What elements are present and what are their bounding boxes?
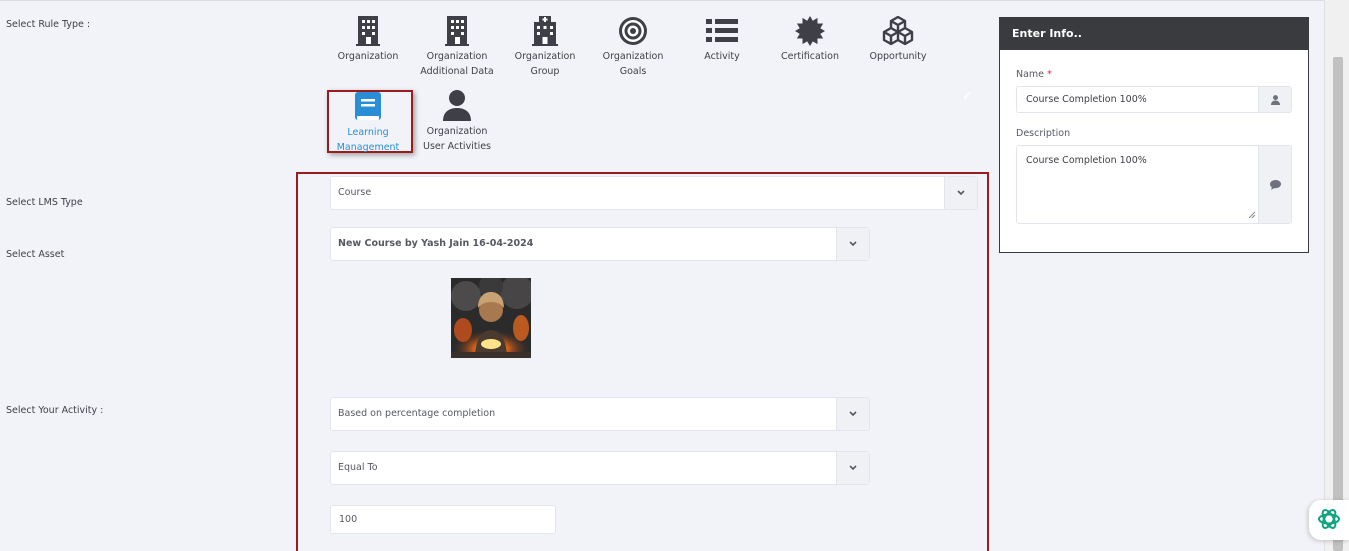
asset-value: New Course by Yash Jain 16-04-2024 — [338, 238, 534, 249]
rule-type-certification[interactable]: Certification — [765, 16, 855, 64]
certificate-badge-icon — [765, 16, 855, 46]
chevron-down-icon[interactable] — [836, 452, 869, 484]
rule-type-label-line1: Certification — [781, 51, 839, 62]
name-value: Course Completion 100% — [1026, 94, 1147, 105]
resize-handle-icon[interactable] — [1248, 211, 1256, 222]
rule-type-label-line1: Organization — [426, 51, 488, 62]
chevron-down-icon[interactable] — [836, 228, 869, 260]
description-textarea[interactable]: Course Completion 100% — [1016, 145, 1292, 224]
description-label: Description — [1016, 128, 1071, 139]
building-icon — [412, 16, 502, 46]
chevron-down-icon[interactable] — [836, 398, 869, 430]
rule-type-learning-management[interactable]: Learning Management — [323, 92, 413, 155]
activity-select[interactable]: Based on percentage completion — [330, 397, 870, 431]
asset-select[interactable]: New Course by Yash Jain 16-04-2024 — [330, 227, 870, 261]
rule-type-label-line1: Learning — [347, 127, 389, 138]
hospital-building-icon — [500, 16, 590, 46]
rule-type-label-line1: Organization — [426, 126, 488, 137]
enter-info-panel: Enter Info.. Name * Course Completion 10… — [999, 17, 1309, 253]
cubes-icon — [853, 16, 943, 46]
rule-type-organization[interactable]: Organization — [323, 16, 413, 64]
asset-label: Select Asset — [6, 249, 65, 260]
name-field[interactable]: Course Completion 100% — [1016, 86, 1292, 113]
rule-type-label-line2: Management — [336, 142, 400, 153]
rule-type-label: Select Rule Type : — [6, 19, 91, 30]
rule-type-label-line1: Activity — [704, 51, 740, 62]
lms-type-select[interactable]: Course — [330, 176, 978, 210]
check-icon: ✓ — [962, 89, 973, 104]
openai-logo-icon — [1316, 506, 1342, 535]
top-divider — [0, 0, 1324, 1]
comment-icon — [1258, 146, 1291, 223]
asset-thumbnail — [451, 278, 531, 358]
rule-type-label-line1: Organization — [514, 51, 576, 62]
rule-type-label-line2: Additional Data — [420, 66, 494, 77]
name-label: Name * — [1016, 69, 1052, 80]
list-icon — [677, 16, 767, 46]
rule-type-label-line1: Organization — [602, 51, 664, 62]
operator-value: Equal To — [338, 462, 378, 473]
assistant-button[interactable] — [1309, 500, 1349, 540]
user-icon — [412, 90, 502, 121]
building-icon — [323, 16, 413, 46]
rule-type-opportunity[interactable]: Opportunity — [853, 16, 943, 64]
operator-select[interactable]: Equal To — [330, 451, 870, 485]
panel-title: Enter Info.. — [1000, 18, 1308, 50]
lms-type-value: Course — [338, 187, 372, 198]
rule-type-organization-user-activities[interactable]: Organization User Activities — [412, 90, 502, 154]
rule-type-label-line2: Group — [530, 66, 560, 77]
description-value: Course Completion 100% — [1026, 155, 1147, 166]
activity-label: Select Your Activity : — [6, 405, 104, 416]
rule-type-organization-group[interactable]: Organization Group — [500, 16, 590, 79]
target-icon — [588, 16, 678, 46]
rule-type-organization-additional-data[interactable]: Organization Additional Data — [412, 16, 502, 79]
rule-type-label-line1: Opportunity — [869, 51, 927, 62]
chevron-down-icon[interactable] — [944, 177, 977, 209]
activity-value: Based on percentage completion — [338, 408, 496, 419]
lms-type-label: Select LMS Type — [6, 197, 83, 208]
rule-type-organization-goals[interactable]: Organization Goals — [588, 16, 678, 79]
scrollbar-thumb[interactable] — [1333, 57, 1343, 551]
user-icon — [1258, 87, 1291, 112]
book-icon — [323, 92, 413, 122]
rule-type-label-line2: User Activities — [422, 141, 491, 152]
rule-type-label-line2: Goals — [619, 66, 647, 77]
rule-type-label-line1: Organization — [337, 51, 399, 62]
required-mark: * — [1047, 69, 1052, 80]
value-input[interactable]: 100 — [330, 505, 556, 534]
rule-type-activity[interactable]: Activity — [677, 16, 767, 64]
